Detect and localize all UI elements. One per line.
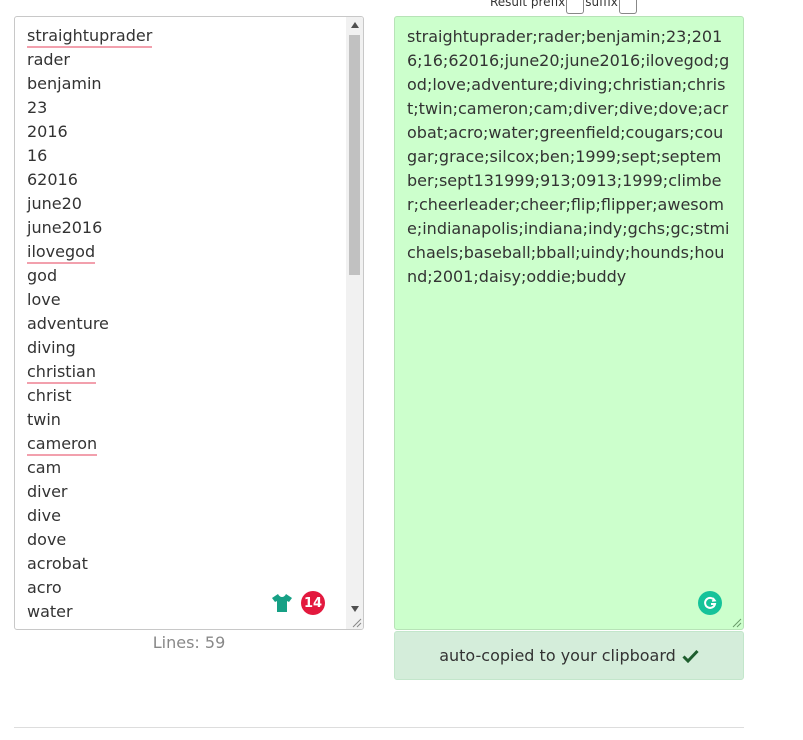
input-line-text: water xyxy=(27,602,73,621)
input-line-text: cam xyxy=(27,458,62,477)
input-line-text: acrobat xyxy=(27,554,88,573)
input-line: acrobat xyxy=(27,552,343,576)
input-line: 23 xyxy=(27,96,343,120)
input-line: ilovegod xyxy=(27,240,343,264)
grammarly-widget[interactable]: 14 xyxy=(271,591,325,615)
output-text: straightuprader;rader;benjamin;23;2016;1… xyxy=(407,27,730,286)
tshirt-icon[interactable] xyxy=(271,593,293,613)
input-line-text: diver xyxy=(27,482,68,501)
grammarly-icon[interactable] xyxy=(698,591,722,615)
suffix-label: suffix xyxy=(585,0,618,9)
input-line: greenfield xyxy=(27,624,343,629)
input-line: june20 xyxy=(27,192,343,216)
scroll-down-arrow-icon[interactable] xyxy=(346,601,363,617)
input-line-text: 23 xyxy=(27,98,48,117)
input-lines: straightuprader rader benjamin 23 2016 16 6201… xyxy=(27,24,343,629)
input-line: diver xyxy=(27,480,343,504)
prefix-suffix-bar: Result prefix suffix xyxy=(490,0,638,16)
result-prefix-input[interactable] xyxy=(566,0,585,14)
input-line-text: june20 xyxy=(27,194,82,213)
misspelled-word: straightuprader xyxy=(27,26,153,48)
input-line: adventure xyxy=(27,312,343,336)
input-line-text: benjamin xyxy=(27,74,102,93)
suffix-input[interactable] xyxy=(618,0,637,14)
input-line-text: adventure xyxy=(27,314,109,333)
input-line: 2016 xyxy=(27,120,343,144)
misspelled-word: ilovegod xyxy=(27,242,96,264)
input-line-text: 62016 xyxy=(27,170,78,189)
misspelled-word: cameron xyxy=(27,434,98,456)
input-line: june2016 xyxy=(27,216,343,240)
misspelled-word: christian xyxy=(27,362,96,384)
input-line-text: acro xyxy=(27,578,62,597)
input-line-text: june2016 xyxy=(27,218,103,237)
scroll-thumb[interactable] xyxy=(349,35,360,275)
input-line-text: diving xyxy=(27,338,76,357)
input-line: dive xyxy=(27,504,343,528)
input-line: straightuprader xyxy=(27,24,343,48)
input-line: benjamin xyxy=(27,72,343,96)
input-line-text: rader xyxy=(27,50,70,69)
input-line: christian xyxy=(27,360,343,384)
input-line: christ xyxy=(27,384,343,408)
grammarly-count-badge[interactable]: 14 xyxy=(301,591,325,615)
input-line: love xyxy=(27,288,343,312)
output-textarea[interactable]: straightuprader;rader;benjamin;23;2016;1… xyxy=(394,16,744,630)
result-prefix-label: Result prefix xyxy=(490,0,566,9)
input-line: god xyxy=(27,264,343,288)
input-line-text: greenfield xyxy=(27,626,108,629)
input-line-text: 2016 xyxy=(27,122,68,141)
checkmark-icon xyxy=(682,649,699,663)
lines-count-label: Lines: 59 xyxy=(152,633,226,652)
input-textarea[interactable]: straightuprader rader benjamin 23 2016 16 6201… xyxy=(14,16,364,630)
resize-grip-icon[interactable] xyxy=(351,617,362,628)
scroll-up-arrow-icon[interactable] xyxy=(346,17,363,33)
copied-label: auto-copied to your clipboard xyxy=(439,646,676,665)
input-line: 62016 xyxy=(27,168,343,192)
input-line: cam xyxy=(27,456,343,480)
input-line: rader xyxy=(27,48,343,72)
divider xyxy=(14,727,744,728)
input-line-text: 16 xyxy=(27,146,48,165)
input-line-text: love xyxy=(27,290,61,309)
input-line: twin xyxy=(27,408,343,432)
input-line-text: twin xyxy=(27,410,61,429)
input-line-text: christ xyxy=(27,386,72,405)
resize-grip-icon[interactable] xyxy=(731,617,742,628)
input-line-text: god xyxy=(27,266,58,285)
input-scrollbar[interactable] xyxy=(346,17,363,629)
input-line: 16 xyxy=(27,144,343,168)
input-line-text: dive xyxy=(27,506,61,525)
copied-status-bar: auto-copied to your clipboard xyxy=(394,631,744,680)
input-line: cameron xyxy=(27,432,343,456)
input-line: diving xyxy=(27,336,343,360)
input-line-text: dove xyxy=(27,530,67,549)
input-line: dove xyxy=(27,528,343,552)
